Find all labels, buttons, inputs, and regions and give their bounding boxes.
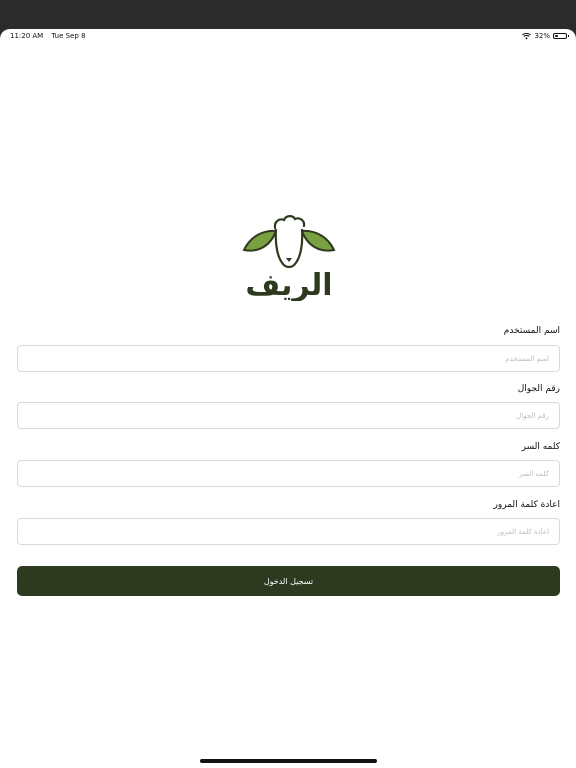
phone-input[interactable] <box>17 402 560 429</box>
username-label: اسم المستخدم <box>503 326 560 336</box>
app-screen: 11:20 AM Tue Sep 8 32% الريف اسم المستخد… <box>0 29 576 768</box>
home-indicator[interactable] <box>200 759 377 763</box>
phone-label: رقم الجوال <box>517 384 560 394</box>
confirm-password-input[interactable] <box>17 518 560 545</box>
password-input[interactable] <box>17 460 560 487</box>
login-button[interactable]: تسجيل الدخول <box>17 566 560 596</box>
username-input[interactable] <box>17 345 560 372</box>
password-label: كلمه السر <box>521 442 560 452</box>
signup-form: اسم المستخدم رقم الجوال كلمه السر اعادة … <box>17 29 560 768</box>
confirm-password-label: اعادة كلمة المرور <box>493 500 560 510</box>
